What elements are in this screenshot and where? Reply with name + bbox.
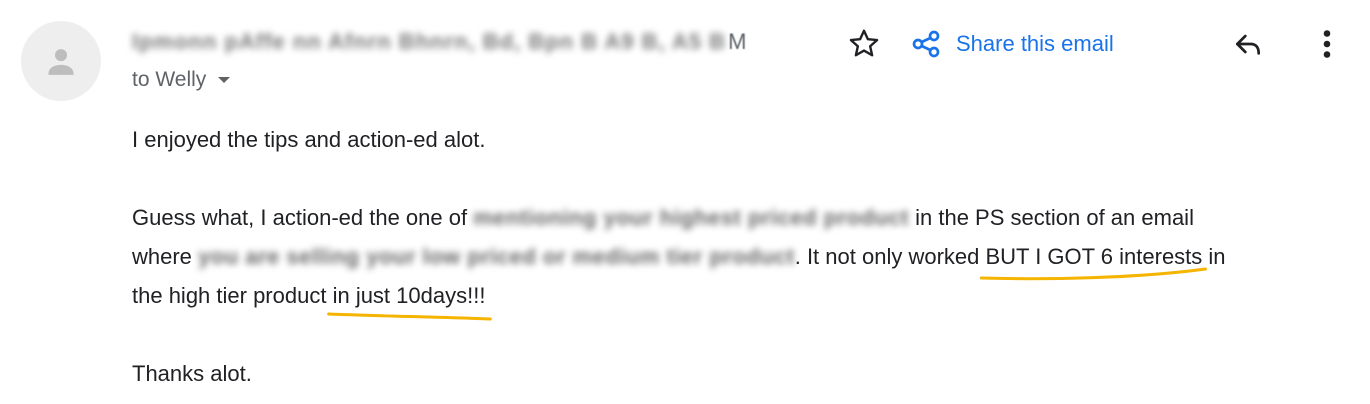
sender-info: Ipmonn pAffe nn Afnrn Bhnrn, Bd, Bpn B A… [132,26,746,58]
message-paragraph-1: I enjoyed the tips and action-ed alot. [132,127,486,152]
highlight-underline-1 [979,267,1208,281]
star-outline-icon [849,29,879,57]
share-email-button[interactable]: Share this email [910,28,1114,60]
sender-details-redacted: Ipmonn pAffe nn Afnrn Bhnrn, Bd, Bpn B A… [132,29,727,54]
recipient-dropdown[interactable]: to Welly [132,68,232,92]
p2-text-d: . It not only worked [794,244,986,269]
p2-redacted-1: mentioning your highest priced product [473,205,910,230]
p2-text-a: Guess what, I action-ed the one of [132,205,474,230]
share-icon [912,30,940,58]
star-button[interactable] [846,26,882,62]
highlight-10days-text: in just 10days!!! [332,283,486,308]
p2-text-e: in [1202,244,1226,269]
dropdown-arrow-icon [218,77,231,83]
share-email-label: Share this email [956,31,1114,56]
person-avatar-icon [48,49,74,75]
highlight-interests: BUT I GOT 6 interests [985,237,1202,276]
more-options-button[interactable] [1314,26,1340,62]
email-body: I enjoyed the tips and action-ed alot. G… [132,120,1352,393]
message-paragraph-2: Guess what, I action-ed the one of menti… [132,198,1352,315]
sender-avatar[interactable] [21,21,101,101]
recipient-label: to Welly [132,68,207,91]
highlight-underline-2 [327,310,492,324]
p2-redacted-2: you are selling your low priced or mediu… [198,244,795,269]
p2-text-f: the high tier product [132,283,333,308]
highlight-interests-text: BUT I GOT 6 interests [985,244,1203,269]
reply-icon [1236,34,1260,55]
more-vert-icon [1323,30,1331,58]
p2-text-c: where [132,244,199,269]
sender-details-suffix: M [728,29,747,54]
reply-button[interactable] [1230,28,1266,60]
message-paragraph-3: Thanks alot. [132,361,252,386]
p2-text-b: in the PS section of an email [909,205,1194,230]
highlight-10days: in just 10days!!! [333,276,486,315]
